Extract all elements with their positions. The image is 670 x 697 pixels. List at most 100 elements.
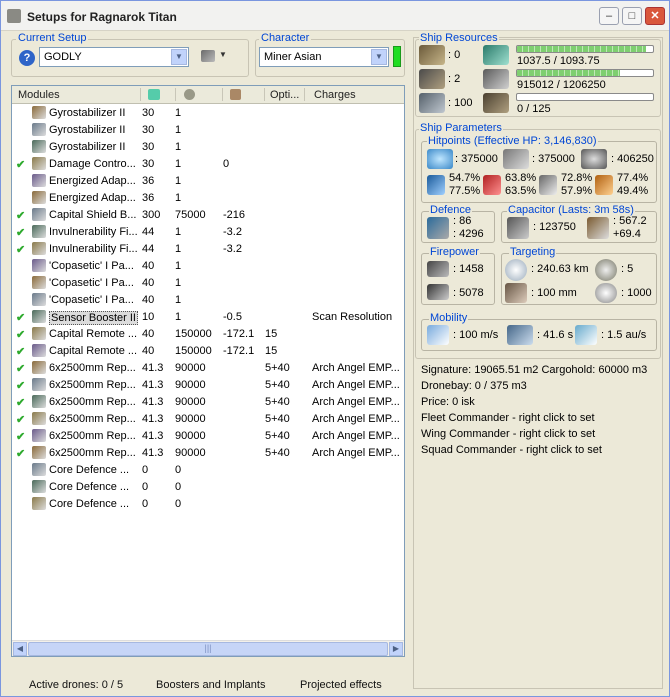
check-icon[interactable]: ✔ bbox=[16, 209, 25, 222]
module-power: 90000 bbox=[175, 447, 206, 459]
check-icon[interactable]: ✔ bbox=[16, 413, 25, 426]
tools-icon[interactable] bbox=[201, 50, 215, 62]
module-row[interactable]: 'Copasetic' I Pa... 40 1 bbox=[12, 258, 404, 275]
module-row[interactable]: Gyrostabilizer II 30 1 bbox=[12, 105, 404, 122]
module-optimal: 5+40 bbox=[265, 413, 290, 425]
module-charge: Arch Angel EMP... bbox=[312, 379, 400, 391]
module-name: Damage Contro... bbox=[49, 158, 136, 170]
module-row[interactable]: Gyrostabilizer II 30 1 bbox=[12, 122, 404, 139]
tools-dropdown-icon[interactable]: ▼ bbox=[219, 50, 227, 59]
module-row[interactable]: ✔ 6x2500mm Rep... 41.3 90000 5+40 Arch Angel … bbox=[12, 411, 404, 428]
modules-header: Modules Opti... Charges bbox=[12, 86, 404, 104]
max-targets: : 5 bbox=[621, 263, 634, 275]
module-row[interactable]: 'Copasetic' I Pa... 40 1 bbox=[12, 292, 404, 309]
max-velocity: : 100 m/s bbox=[453, 329, 499, 341]
powergrid-icon bbox=[483, 69, 509, 89]
module-charge: Arch Angel EMP... bbox=[312, 396, 400, 408]
module-row[interactable]: ✔ Capital Shield B... 300 75000 -216 bbox=[12, 207, 404, 224]
wing-commander[interactable]: Wing Commander - right click to set bbox=[421, 428, 595, 440]
module-name: Energized Adap... bbox=[49, 175, 136, 187]
col-optimal[interactable]: Opti... bbox=[270, 89, 299, 101]
module-row[interactable]: Gyrostabilizer II 30 1 bbox=[12, 139, 404, 156]
module-name: Sensor Booster II bbox=[49, 311, 138, 325]
check-icon[interactable]: ✔ bbox=[16, 328, 25, 341]
title-bar[interactable]: Setups for Ragnarok Titan – □ ✕ bbox=[1, 1, 669, 31]
module-row[interactable]: ✔ Invulnerability Fi... 44 1 -3.2 bbox=[12, 241, 404, 258]
module-row[interactable]: Energized Adap... 36 1 bbox=[12, 173, 404, 190]
module-icon bbox=[32, 361, 46, 374]
close-button[interactable]: ✕ bbox=[645, 7, 665, 25]
check-icon[interactable]: ✔ bbox=[16, 158, 25, 171]
check-icon[interactable]: ✔ bbox=[16, 362, 25, 375]
module-row[interactable]: Core Defence ... 0 0 bbox=[12, 479, 404, 496]
max-targets-icon bbox=[595, 259, 617, 281]
module-row[interactable]: Energized Adap... 36 1 bbox=[12, 190, 404, 207]
tab-boosters-implants[interactable]: Boosters and Implants bbox=[156, 679, 265, 691]
module-cpu: 41.3 bbox=[142, 379, 164, 391]
col-charges[interactable]: Charges bbox=[314, 89, 356, 101]
tab-projected-effects[interactable]: Projected effects bbox=[300, 679, 382, 691]
scroll-right-icon[interactable]: ▶ bbox=[389, 642, 403, 656]
col-modules[interactable]: Modules bbox=[18, 89, 60, 101]
module-name: Invulnerability Fi... bbox=[49, 243, 138, 255]
module-row[interactable]: Core Defence ... 0 0 bbox=[12, 496, 404, 513]
module-row[interactable]: ✔ 6x2500mm Rep... 41.3 90000 5+40 Arch Angel … bbox=[12, 394, 404, 411]
armor-thermal-resist: 63.5% bbox=[505, 185, 537, 197]
module-row[interactable]: ✔ Capital Remote ... 40 150000 -172.1 15 bbox=[12, 343, 404, 360]
module-row[interactable]: ✔ Sensor Booster II 10 1 -0.5 Scan Resolution bbox=[12, 309, 404, 326]
horizontal-scrollbar[interactable]: ◀ ||| ▶ bbox=[12, 640, 404, 656]
module-row[interactable]: ✔ 6x2500mm Rep... 41.3 90000 5+40 Arch Angel … bbox=[12, 360, 404, 377]
module-row[interactable]: ✔ 6x2500mm Rep... 41.3 90000 5+40 Arch Angel … bbox=[12, 428, 404, 445]
module-row[interactable]: Core Defence ... 0 0 bbox=[12, 462, 404, 479]
module-row[interactable]: ✔ Capital Remote ... 40 150000 -172.1 15 bbox=[12, 326, 404, 343]
turret-hardpoint-icon bbox=[419, 45, 445, 65]
module-cpu: 36 bbox=[142, 192, 155, 204]
check-icon[interactable]: ✔ bbox=[16, 243, 25, 256]
check-icon[interactable]: ✔ bbox=[16, 311, 25, 324]
module-power: 0 bbox=[175, 464, 182, 476]
module-cpu: 30 bbox=[142, 124, 155, 136]
module-row[interactable]: ✔ 6x2500mm Rep... 41.3 90000 5+40 Arch Angel … bbox=[12, 377, 404, 394]
check-icon[interactable]: ✔ bbox=[16, 379, 25, 392]
squad-commander[interactable]: Squad Commander - right click to set bbox=[421, 444, 602, 456]
module-name: Gyrostabilizer II bbox=[49, 141, 126, 153]
cpu-value: 1037.5 / 1093.75 bbox=[517, 55, 600, 67]
check-icon[interactable]: ✔ bbox=[16, 226, 25, 239]
chevron-down-icon[interactable]: ▼ bbox=[371, 49, 387, 65]
check-icon[interactable]: ✔ bbox=[16, 396, 25, 409]
check-icon[interactable]: ✔ bbox=[16, 430, 25, 443]
chevron-down-icon[interactable]: ▼ bbox=[171, 49, 187, 65]
module-row[interactable]: ✔ 6x2500mm Rep... 41.3 90000 5+40 Arch Angel … bbox=[12, 445, 404, 462]
power-column-icon[interactable] bbox=[184, 89, 195, 100]
scroll-left-icon[interactable]: ◀ bbox=[13, 642, 27, 656]
module-optimal: 15 bbox=[265, 345, 278, 357]
module-row[interactable]: ✔ Damage Contro... 30 1 0 bbox=[12, 156, 404, 173]
align-time-icon bbox=[507, 325, 533, 345]
signature-radius: : 100 mm bbox=[531, 287, 577, 299]
help-icon[interactable]: ? bbox=[19, 50, 35, 66]
scroll-thumb[interactable]: ||| bbox=[28, 642, 388, 656]
shield-em-resist: 54.7% bbox=[449, 172, 481, 184]
module-row[interactable]: 'Copasetic' I Pa... 40 1 bbox=[12, 275, 404, 292]
module-cap: -3.2 bbox=[223, 243, 242, 255]
module-row[interactable]: ✔ Invulnerability Fi... 44 1 -3.2 bbox=[12, 224, 404, 241]
module-optimal: 5+40 bbox=[265, 379, 290, 391]
character-select[interactable]: Miner Asian ▼ bbox=[259, 47, 389, 67]
minimize-button[interactable]: – bbox=[599, 7, 619, 25]
cpu-column-icon[interactable] bbox=[148, 89, 160, 100]
module-icon bbox=[32, 327, 46, 340]
setup-select[interactable]: GODLY ▼ bbox=[39, 47, 189, 67]
modules-list[interactable]: Modules Opti... Charges Gyrostabilizer I… bbox=[11, 85, 405, 657]
ship-parameters-label: Ship Parameters bbox=[419, 122, 503, 134]
tab-active-drones[interactable]: Active drones: 0 / 5 bbox=[29, 679, 123, 691]
module-name: 6x2500mm Rep... bbox=[49, 413, 136, 425]
capacitor-column-icon[interactable] bbox=[230, 89, 241, 100]
check-icon[interactable]: ✔ bbox=[16, 447, 25, 460]
signature-cargo-info: Signature: 19065.51 m2 Cargohold: 60000 … bbox=[421, 364, 648, 376]
check-icon[interactable]: ✔ bbox=[16, 345, 25, 358]
module-power: 1 bbox=[175, 311, 182, 323]
dronebay-info: Dronebay: 0 / 375 m3 bbox=[421, 380, 527, 392]
fleet-commander[interactable]: Fleet Commander - right click to set bbox=[421, 412, 595, 424]
maximize-button[interactable]: □ bbox=[622, 7, 642, 25]
module-icon bbox=[32, 242, 46, 255]
